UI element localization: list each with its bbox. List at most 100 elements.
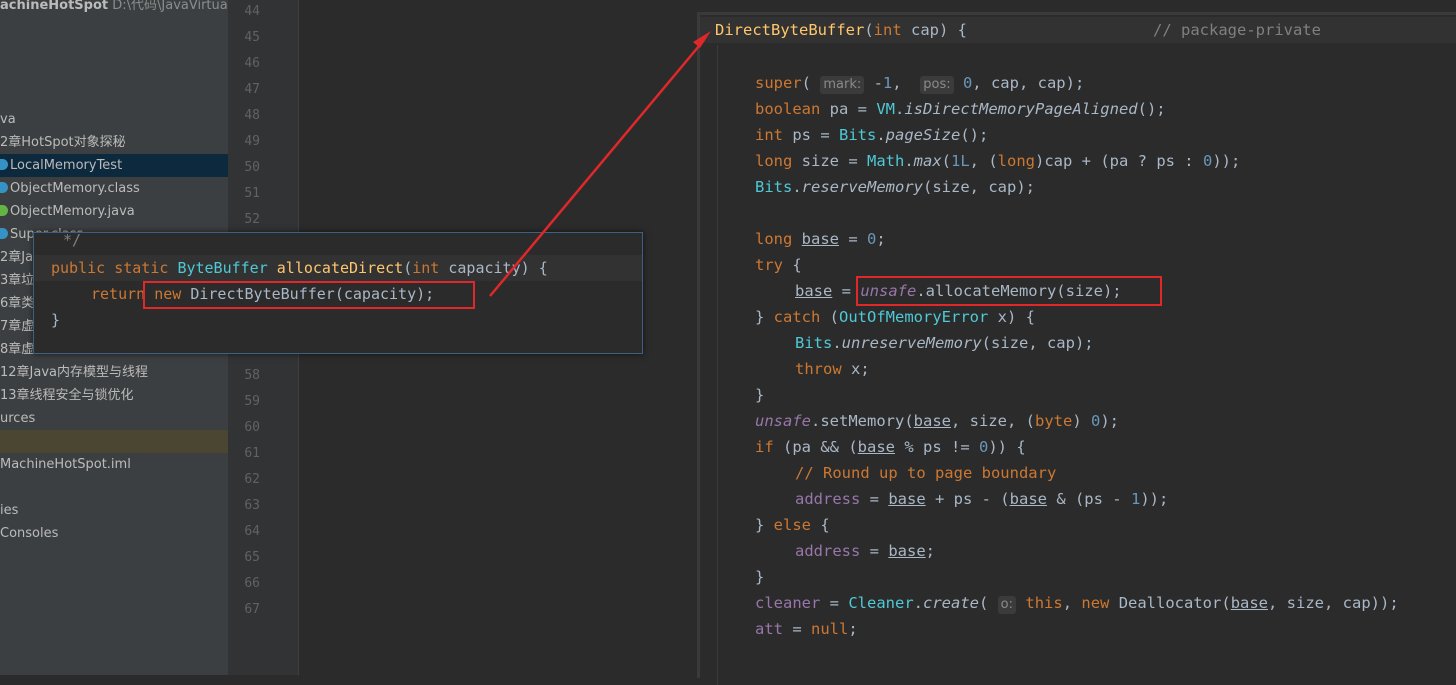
code-line: // Round up to page boundary [795, 460, 1056, 486]
code-panel-direct-byte-buffer: DirectByteBuffer(int cap) {// package-pr… [697, 12, 1456, 685]
comment-end: */ [63, 231, 82, 249]
tree-item[interactable]: achineHotSpot D:\代码\JavaVirtual [0, 0, 228, 17]
line-number: 45 [244, 30, 260, 45]
param-cap: cap [911, 21, 939, 39]
line-number: 47 [244, 82, 260, 97]
line-number: 60 [244, 420, 260, 435]
kw-public: public [51, 259, 106, 277]
code-line: throw x; [795, 360, 870, 378]
type-bytebuffer: ByteBuffer [177, 259, 268, 277]
tree-item[interactable]: 12章Java内存模型与线程 [0, 361, 228, 384]
tree-item-label: ObjectMemory.java [10, 204, 135, 219]
code-line: address = base + ps - (base & (ps - 1)); [795, 490, 1169, 508]
line-number: 49 [244, 134, 260, 149]
code-line: long base = 0; [755, 230, 886, 248]
highlight-box-new-call [143, 281, 475, 309]
line-number: 64 [244, 524, 260, 539]
code-line: boolean pa = VM.isDirectMemoryPageAligne… [755, 100, 1166, 118]
line-number: 63 [244, 498, 260, 513]
line-number: 61 [244, 446, 260, 461]
line-number: 46 [244, 56, 260, 71]
param-capacity: capacity [448, 259, 521, 277]
line-number: 62 [244, 472, 260, 487]
tree-item-label: urces [0, 411, 36, 426]
comment-package-private: // package-private [1153, 21, 1321, 39]
method-name: allocateDirect [276, 259, 404, 277]
code-line-close: } [51, 307, 60, 333]
code-line: super( mark: -1, pos: 0, cap, cap); [755, 74, 1085, 94]
tree-item-label: ies [0, 503, 19, 518]
close-brace: } [51, 311, 61, 329]
tree-item[interactable] [0, 476, 228, 499]
code-line: try { [755, 256, 802, 274]
tree-item-label: Consoles [0, 526, 59, 541]
tree-item[interactable]: MachineHotSpot.iml [0, 453, 228, 476]
line-number: 66 [244, 576, 260, 591]
code-line: address = base; [795, 542, 935, 560]
code-line: cleaner = Cleaner.create( o: this, new D… [755, 594, 1399, 614]
ctor-name: DirectByteBuffer [715, 21, 865, 39]
code-line: } else { [755, 516, 830, 534]
code-line: unsafe.setMemory(base, size, (byte) 0); [755, 412, 1119, 430]
line-number: 67 [244, 602, 260, 617]
line-number: 48 [244, 108, 260, 123]
indent-guide [717, 45, 718, 685]
tree-item-label: 3章垃 [0, 273, 35, 288]
param-hint-o: o: [997, 596, 1017, 614]
code-line: att = null; [755, 620, 858, 638]
code-line-signature: public static ByteBuffer allocateDirect(… [34, 255, 642, 281]
code-line: int ps = Bits.pageSize(); [755, 126, 989, 144]
tree-item-label: achineHotSpot [0, 0, 109, 13]
tree-item[interactable]: ies [0, 499, 228, 522]
line-number: 65 [244, 550, 260, 565]
code-line: if (pa && (base % ps != 0)) { [755, 438, 1026, 456]
project-path: D:\代码\JavaVirtual [108, 0, 228, 13]
kw-return: return [91, 285, 146, 303]
kw-static: static [114, 259, 169, 277]
tree-item-label: 2章Ja [0, 250, 34, 265]
line-number: 44 [244, 4, 260, 19]
tree-item-label: 6章类 [0, 296, 35, 311]
class-file-icon [0, 228, 8, 239]
code-line: */ [51, 227, 81, 253]
code-line: Bits.unreserveMemory(size, cap); [795, 334, 1094, 352]
tree-item[interactable]: Consoles [0, 522, 228, 545]
kw-int: int [873, 21, 902, 39]
tree-item[interactable]: urces [0, 407, 228, 430]
tree-item-label: LocalMemoryTest [10, 158, 123, 173]
kw-int: int [412, 259, 440, 277]
tree-item-label: 13章线程安全与锁优化 [0, 388, 134, 403]
java-file-icon [0, 205, 8, 216]
brace: { [538, 259, 548, 277]
code-line-ctor: DirectByteBuffer(int cap) {// package-pr… [700, 17, 1456, 43]
tree-item-label: ObjectMemory.class [10, 181, 140, 196]
param-hint-mark: mark: [820, 76, 865, 94]
code-line: } [755, 386, 765, 404]
class-file-icon [0, 159, 8, 170]
tree-item[interactable]: ObjectMemory.class [0, 177, 228, 200]
line-number: 51 [244, 186, 260, 201]
tree-item[interactable]: va [0, 108, 228, 131]
highlight-box-allocate-memory [856, 276, 1162, 306]
tree-item-label: 8章虚 [0, 342, 35, 357]
tree-item[interactable]: ObjectMemory.java [0, 200, 228, 223]
comment-round-up: // Round up to page boundary [795, 464, 1057, 482]
code-line: Bits.reserveMemory(size, cap); [755, 178, 1035, 196]
line-number: 52 [244, 212, 260, 227]
line-number: 50 [244, 160, 260, 175]
class-file-icon [0, 182, 8, 193]
tree-item[interactable]: LocalMemoryTest [0, 154, 228, 177]
tree-item[interactable] [0, 430, 228, 453]
tree-item-label: 12章Java内存模型与线程 [0, 365, 149, 380]
tree-item[interactable]: 13章线程安全与锁优化 [0, 384, 228, 407]
tree-item-label: 2章HotSpot对象探秘 [0, 135, 126, 150]
code-line: } [755, 568, 765, 586]
param-hint-pos: pos: [920, 76, 954, 94]
code-line: } catch (OutOfMemoryError x) { [755, 308, 1035, 326]
tree-item-label: MachineHotSpot.iml [0, 457, 131, 472]
code-line: long size = Math.max(1L, (long)cap + (pa… [755, 152, 1241, 170]
tree-item-label: va [0, 112, 16, 127]
tree-item[interactable]: 2章HotSpot对象探秘 [0, 131, 228, 154]
tree-item-label: 7章虚 [0, 319, 35, 334]
line-number: 59 [244, 394, 260, 409]
